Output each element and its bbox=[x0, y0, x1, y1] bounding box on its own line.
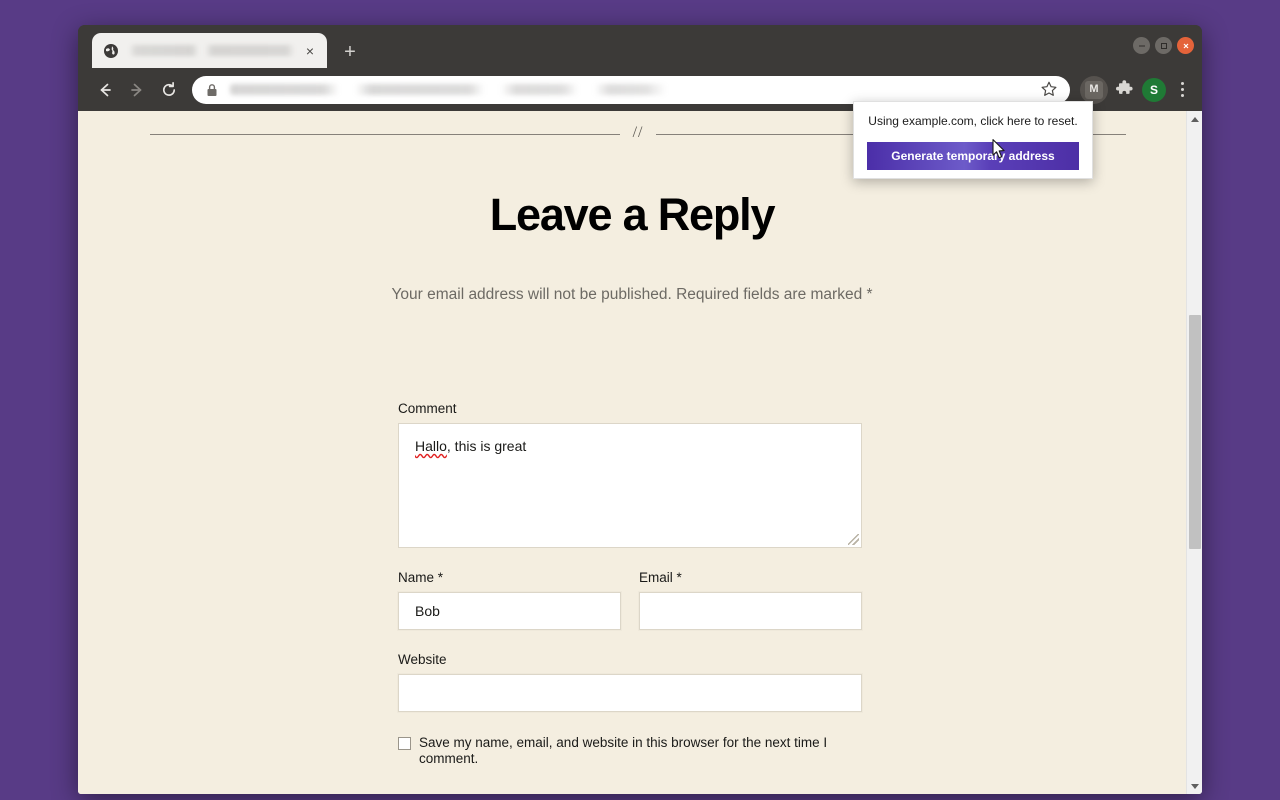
name-input[interactable] bbox=[398, 592, 621, 630]
tab-strip: × + bbox=[78, 25, 1202, 68]
consent-row[interactable]: Save my name, email, and website in this… bbox=[398, 735, 862, 767]
comment-value-rest: , this is great bbox=[446, 438, 527, 454]
website-label: Website bbox=[398, 652, 447, 667]
tab-title bbox=[129, 45, 295, 56]
browser-tab[interactable]: × bbox=[92, 33, 327, 68]
comment-textarea[interactable]: Hallo, this is great bbox=[398, 423, 862, 548]
star-icon[interactable] bbox=[1040, 80, 1060, 100]
web-page-content: // Leave a Reply Your email address will… bbox=[78, 111, 1186, 794]
name-label: Name * bbox=[398, 570, 444, 585]
popup-message: Using example.com, click here to reset. bbox=[868, 114, 1078, 128]
email-input[interactable] bbox=[639, 592, 862, 630]
close-tab-icon[interactable]: × bbox=[301, 42, 319, 60]
name-field-group: Name * bbox=[398, 570, 621, 630]
consent-label: Save my name, email, and website in this… bbox=[419, 735, 828, 767]
scroll-up-arrow-icon[interactable] bbox=[1187, 111, 1202, 127]
divider-glyph: // bbox=[632, 124, 644, 141]
address-bar[interactable] bbox=[192, 75, 1070, 104]
comment-label: Comment bbox=[398, 401, 457, 416]
menu-dot bbox=[1180, 88, 1184, 91]
scrollbar-thumb[interactable] bbox=[1189, 315, 1201, 549]
window-controls bbox=[1133, 37, 1194, 54]
reload-icon[interactable] bbox=[154, 75, 184, 105]
menu-dot bbox=[1180, 94, 1184, 97]
misspelled-word: Hallo bbox=[415, 438, 447, 454]
textarea-resize-handle[interactable] bbox=[848, 534, 859, 545]
form-notice: Your email address will not be published… bbox=[391, 286, 873, 303]
forward-arrow-icon bbox=[122, 75, 152, 105]
extension-popup: Using example.com, click here to reset. … bbox=[853, 101, 1093, 179]
extension-m-label: M bbox=[1085, 80, 1103, 99]
new-tab-button[interactable]: + bbox=[337, 39, 363, 65]
menu-dot bbox=[1180, 82, 1184, 85]
window-minimize-button[interactable] bbox=[1133, 37, 1150, 54]
window-close-button[interactable] bbox=[1177, 37, 1194, 54]
website-field-group: Website bbox=[398, 652, 862, 712]
globe-icon bbox=[103, 43, 119, 59]
profile-initial: S bbox=[1142, 77, 1166, 102]
avatar[interactable]: S bbox=[1140, 76, 1168, 104]
website-input[interactable] bbox=[398, 674, 862, 712]
generate-temporary-address-button[interactable]: Generate temporary address bbox=[867, 141, 1079, 170]
email-label: Email * bbox=[639, 570, 682, 585]
three-dot-menu-icon[interactable] bbox=[1170, 82, 1194, 97]
scroll-down-arrow-icon[interactable] bbox=[1187, 778, 1202, 794]
page-viewport: // Leave a Reply Your email address will… bbox=[78, 111, 1202, 794]
page-scrollbar[interactable] bbox=[1186, 111, 1202, 794]
email-field-group: Email * bbox=[639, 570, 862, 630]
puzzle-piece-icon[interactable] bbox=[1110, 76, 1138, 104]
lock-icon bbox=[206, 83, 218, 97]
comment-value: Hallo, this is great bbox=[415, 438, 526, 454]
back-arrow-icon[interactable] bbox=[90, 75, 120, 105]
comment-form: Comment Hallo, this is great Name * Emai… bbox=[398, 401, 862, 794]
url-text bbox=[230, 84, 750, 95]
consent-checkbox[interactable] bbox=[398, 737, 411, 750]
extension-mailbox-button[interactable]: M bbox=[1080, 75, 1108, 104]
divider-rule-left bbox=[150, 133, 620, 135]
name-email-row: Name * Email * bbox=[398, 570, 862, 630]
page-title: Leave a Reply bbox=[489, 189, 776, 240]
window-maximize-button[interactable] bbox=[1155, 37, 1172, 54]
